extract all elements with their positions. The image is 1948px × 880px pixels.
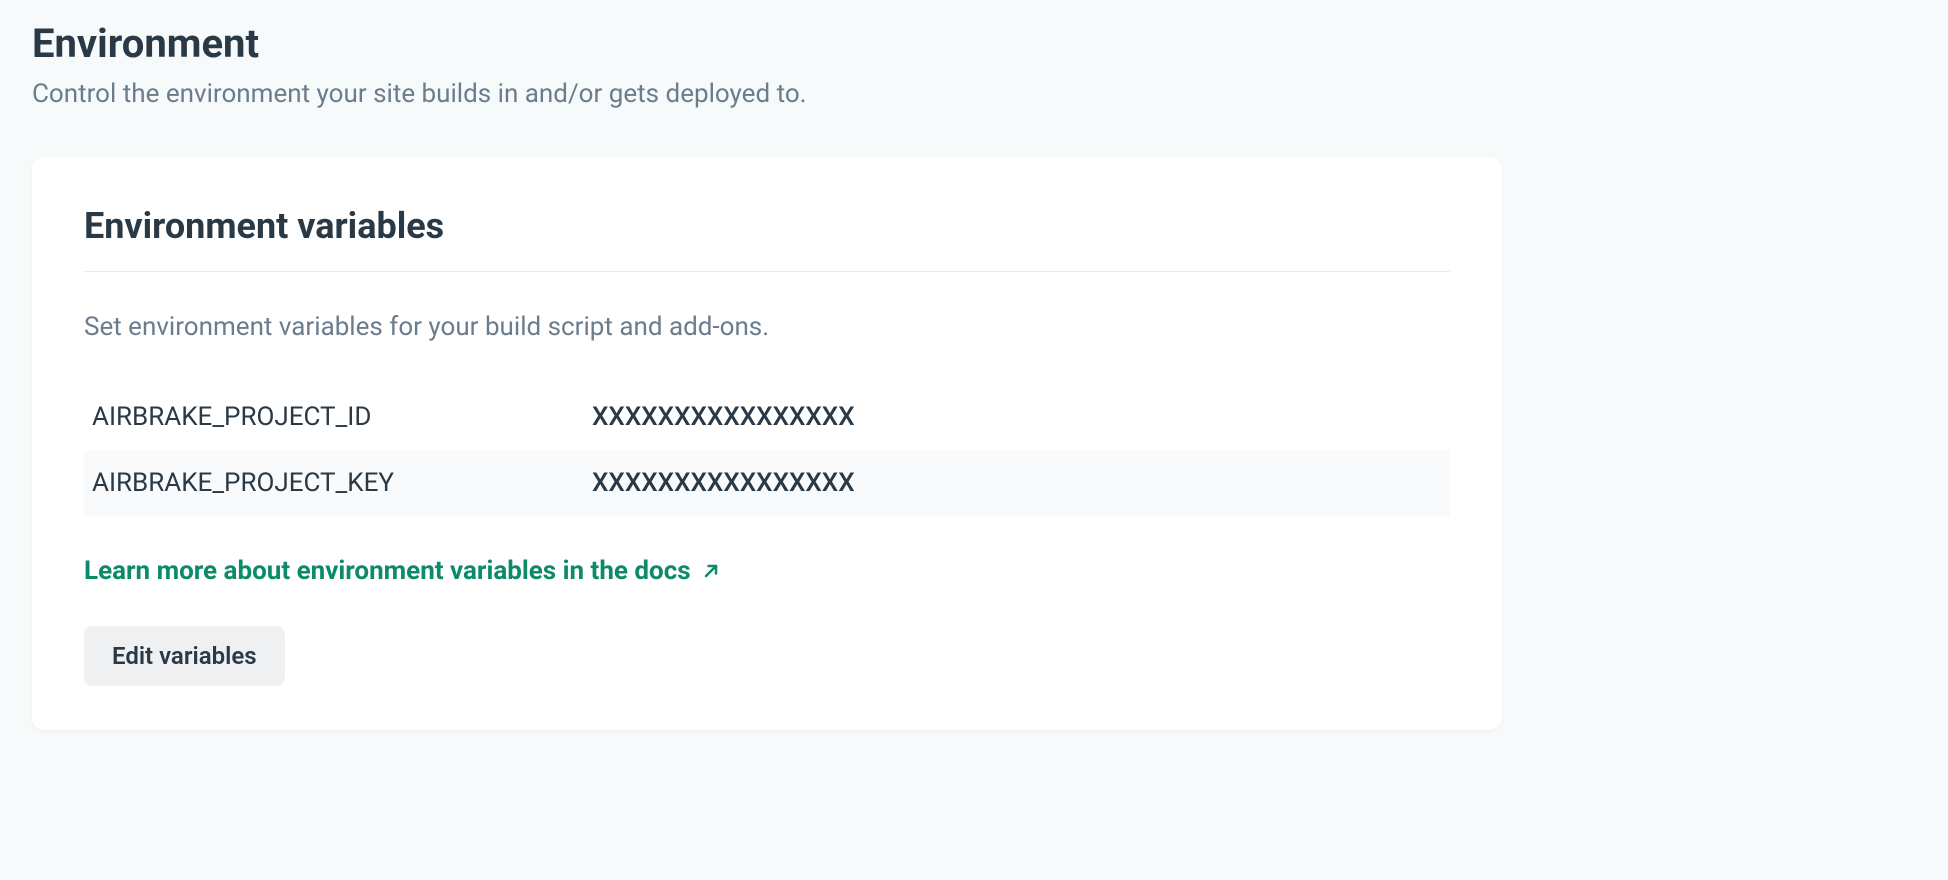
variables-table: AIRBRAKE_PROJECT_ID XXXXXXXXXXXXXXXX AIR… bbox=[84, 384, 1450, 516]
card-description: Set environment variables for your build… bbox=[84, 312, 1450, 342]
edit-variables-button[interactable]: Edit variables bbox=[84, 626, 285, 686]
environment-variables-card: Environment variables Set environment va… bbox=[32, 157, 1502, 730]
variable-name: AIRBRAKE_PROJECT_ID bbox=[92, 402, 592, 432]
docs-link-label: Learn more about environment variables i… bbox=[84, 556, 691, 586]
page-subtitle: Control the environment your site builds… bbox=[32, 79, 1916, 109]
variable-name: AIRBRAKE_PROJECT_KEY bbox=[92, 468, 592, 498]
external-link-icon bbox=[701, 561, 721, 581]
variable-value: XXXXXXXXXXXXXXXX bbox=[592, 468, 1442, 498]
page-title: Environment bbox=[32, 20, 1916, 67]
variable-value: XXXXXXXXXXXXXXXX bbox=[592, 402, 1442, 432]
table-row: AIRBRAKE_PROJECT_ID XXXXXXXXXXXXXXXX bbox=[84, 384, 1450, 450]
card-title: Environment variables bbox=[84, 205, 1450, 272]
docs-link[interactable]: Learn more about environment variables i… bbox=[84, 556, 721, 586]
table-row: AIRBRAKE_PROJECT_KEY XXXXXXXXXXXXXXXX bbox=[84, 450, 1450, 516]
